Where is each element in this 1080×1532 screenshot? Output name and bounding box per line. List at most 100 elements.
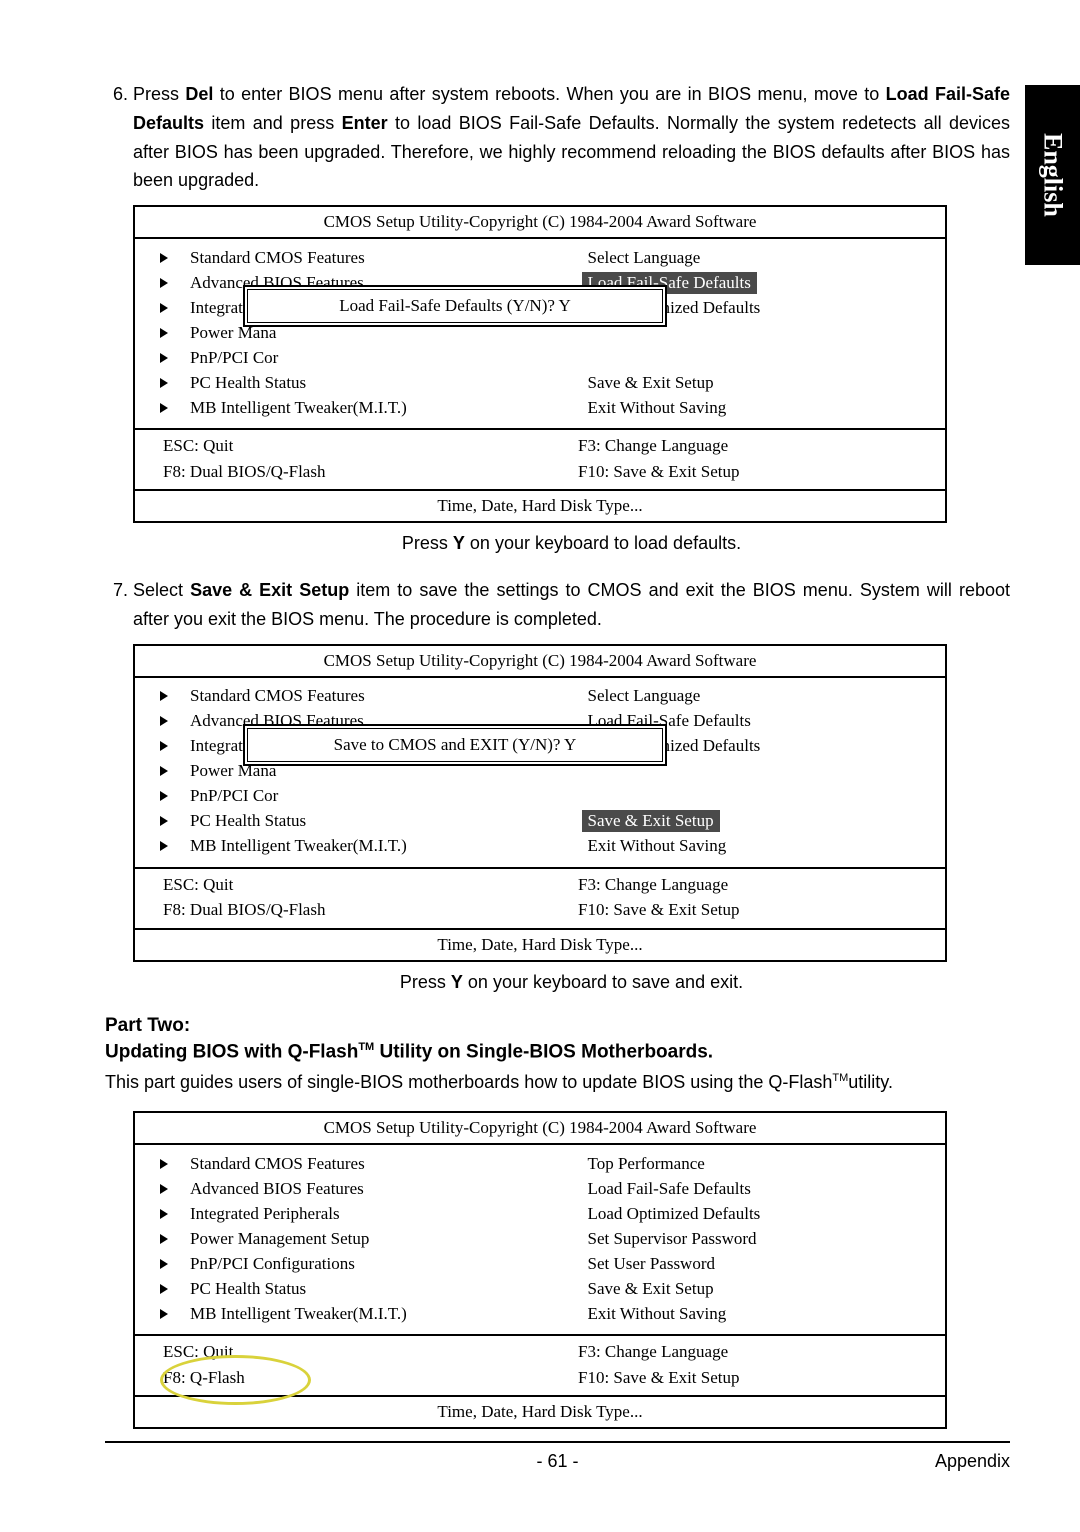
menu-item: Set Supervisor Password	[588, 1229, 757, 1249]
page-footer: - 61 - Appendix	[105, 1441, 1010, 1472]
triangle-icon	[160, 1234, 168, 1244]
key-hint: F3: Change Language	[578, 433, 935, 459]
menu-item: PnP/PCI Cor	[190, 348, 278, 368]
menu-item: Load Optimized Defaults	[588, 1204, 761, 1224]
menu-item-highlighted: Save & Exit Setup	[582, 810, 720, 832]
bios-key-hints: ESC: Quit F8: Dual BIOS/Q-Flash F3: Chan…	[135, 430, 945, 491]
bios-title: CMOS Setup Utility-Copyright (C) 1984-20…	[135, 207, 945, 239]
highlight-oval-icon	[160, 1355, 311, 1405]
menu-item: MB Intelligent Tweaker(M.I.T.)	[190, 836, 407, 856]
dialog-text: Save to CMOS and EXIT (Y/N)? Y	[247, 728, 663, 762]
key-del: Del	[185, 84, 213, 104]
bios-right-column: Top Performance Load Fail-Safe Defaults …	[518, 1151, 946, 1326]
caption-1: Press Y on your keyboard to load default…	[133, 533, 1010, 554]
triangle-icon	[160, 741, 168, 751]
text: to enter BIOS menu after system reboots.…	[213, 84, 885, 104]
menu-item: PC Health Status	[190, 811, 306, 831]
key-hint: F8: Dual BIOS/Q-Flash	[163, 459, 520, 485]
bios-title: CMOS Setup Utility-Copyright (C) 1984-20…	[135, 646, 945, 678]
menu-item: MB Intelligent Tweaker(M.I.T.)	[190, 398, 407, 418]
bios-left-column: Standard CMOS Features Advanced BIOS Fea…	[135, 245, 518, 420]
bios-screen-1: CMOS Setup Utility-Copyright (C) 1984-20…	[133, 205, 947, 523]
bios-right-column: Select Language Load Fail-Safe Defaults …	[518, 684, 946, 859]
bios-footer: Time, Date, Hard Disk Type...	[135, 491, 945, 521]
language-tab: English	[1025, 85, 1080, 265]
item-name: Save & Exit Setup	[190, 580, 349, 600]
page-number: - 61 -	[537, 1451, 579, 1472]
caption-2: Press Y on your keyboard to save and exi…	[133, 972, 1010, 993]
key-hint: F10: Save & Exit Setup	[578, 1365, 935, 1391]
triangle-icon	[160, 378, 168, 388]
triangle-icon	[160, 1259, 168, 1269]
triangle-icon	[160, 328, 168, 338]
step-6: Press Del to enter BIOS menu after syste…	[133, 80, 1010, 195]
menu-item: PnP/PCI Cor	[190, 786, 278, 806]
triangle-icon	[160, 691, 168, 701]
key-enter: Enter	[342, 113, 388, 133]
triangle-icon	[160, 353, 168, 363]
bios-key-hints: ESC: Quit F8: Dual BIOS/Q-Flash F3: Chan…	[135, 869, 945, 930]
triangle-icon	[160, 278, 168, 288]
bios-screen-3: CMOS Setup Utility-Copyright (C) 1984-20…	[133, 1111, 947, 1429]
text: Select	[133, 580, 190, 600]
triangle-icon	[160, 403, 168, 413]
triangle-icon	[160, 816, 168, 826]
bios-screen-2: CMOS Setup Utility-Copyright (C) 1984-20…	[133, 644, 947, 962]
triangle-icon	[160, 253, 168, 263]
trademark: TM	[832, 1072, 848, 1084]
menu-item: Exit Without Saving	[588, 836, 727, 856]
step-7: Select Save & Exit Setup item to save th…	[133, 576, 1010, 634]
trademark: TM	[358, 1041, 374, 1053]
menu-item: Set User Password	[588, 1254, 716, 1274]
menu-item: Exit Without Saving	[588, 398, 727, 418]
triangle-icon	[160, 841, 168, 851]
text: Press	[133, 84, 185, 104]
key-hint: F3: Change Language	[578, 872, 935, 898]
triangle-icon	[160, 1309, 168, 1319]
menu-item: MB Intelligent Tweaker(M.I.T.)	[190, 1304, 407, 1324]
section-name: Appendix	[579, 1451, 1011, 1472]
menu-item: Advanced BIOS Features	[190, 1179, 364, 1199]
language-tab-label: English	[1038, 133, 1068, 217]
bios-left-column: Standard CMOS Features Advanced BIOS Fea…	[135, 684, 518, 859]
menu-item: Save & Exit Setup	[588, 1279, 714, 1299]
part-two-heading: Part Two:	[105, 1015, 1010, 1037]
key-hint: F10: Save & Exit Setup	[578, 459, 935, 485]
triangle-icon	[160, 1184, 168, 1194]
dialog-text: Load Fail-Safe Defaults (Y/N)? Y	[247, 289, 663, 323]
bios-footer: Time, Date, Hard Disk Type...	[135, 930, 945, 960]
bios-left-column: Standard CMOS Features Advanced BIOS Fea…	[135, 1151, 518, 1326]
menu-item: Select Language	[588, 686, 701, 706]
bios-right-column: Select Language Load Fail-Safe Defaults …	[518, 245, 946, 420]
text: item and press	[204, 113, 342, 133]
key-hint: F8: Dual BIOS/Q-Flash	[163, 897, 520, 923]
triangle-icon	[160, 791, 168, 801]
menu-item: Standard CMOS Features	[190, 1154, 365, 1174]
menu-item: PC Health Status	[190, 1279, 306, 1299]
menu-item: Top Performance	[588, 1154, 705, 1174]
part-two-subheading: Updating BIOS with Q-FlashTM Utility on …	[105, 1041, 1010, 1063]
triangle-icon	[160, 1284, 168, 1294]
menu-item: Integrated Peripherals	[190, 1204, 340, 1224]
menu-item: Save & Exit Setup	[588, 373, 714, 393]
key-hint: F10: Save & Exit Setup	[578, 897, 935, 923]
triangle-icon	[160, 1159, 168, 1169]
menu-item: PnP/PCI Configurations	[190, 1254, 355, 1274]
menu-item: Select Language	[588, 248, 701, 268]
menu-item: Standard CMOS Features	[190, 248, 365, 268]
key-hint: ESC: Quit	[163, 872, 520, 898]
part-two-body: This part guides users of single-BIOS mo…	[105, 1069, 1010, 1097]
key-hint: ESC: Quit	[163, 433, 520, 459]
bios-title: CMOS Setup Utility-Copyright (C) 1984-20…	[135, 1113, 945, 1145]
confirm-dialog: Save to CMOS and EXIT (Y/N)? Y	[243, 724, 667, 766]
menu-item: Power Management Setup	[190, 1229, 369, 1249]
triangle-icon	[160, 303, 168, 313]
key-hint: F3: Change Language	[578, 1339, 935, 1365]
triangle-icon	[160, 1209, 168, 1219]
menu-item: PC Health Status	[190, 373, 306, 393]
triangle-icon	[160, 766, 168, 776]
triangle-icon	[160, 716, 168, 726]
menu-item: Load Fail-Safe Defaults	[588, 1179, 751, 1199]
menu-item: Standard CMOS Features	[190, 686, 365, 706]
menu-item: Exit Without Saving	[588, 1304, 727, 1324]
